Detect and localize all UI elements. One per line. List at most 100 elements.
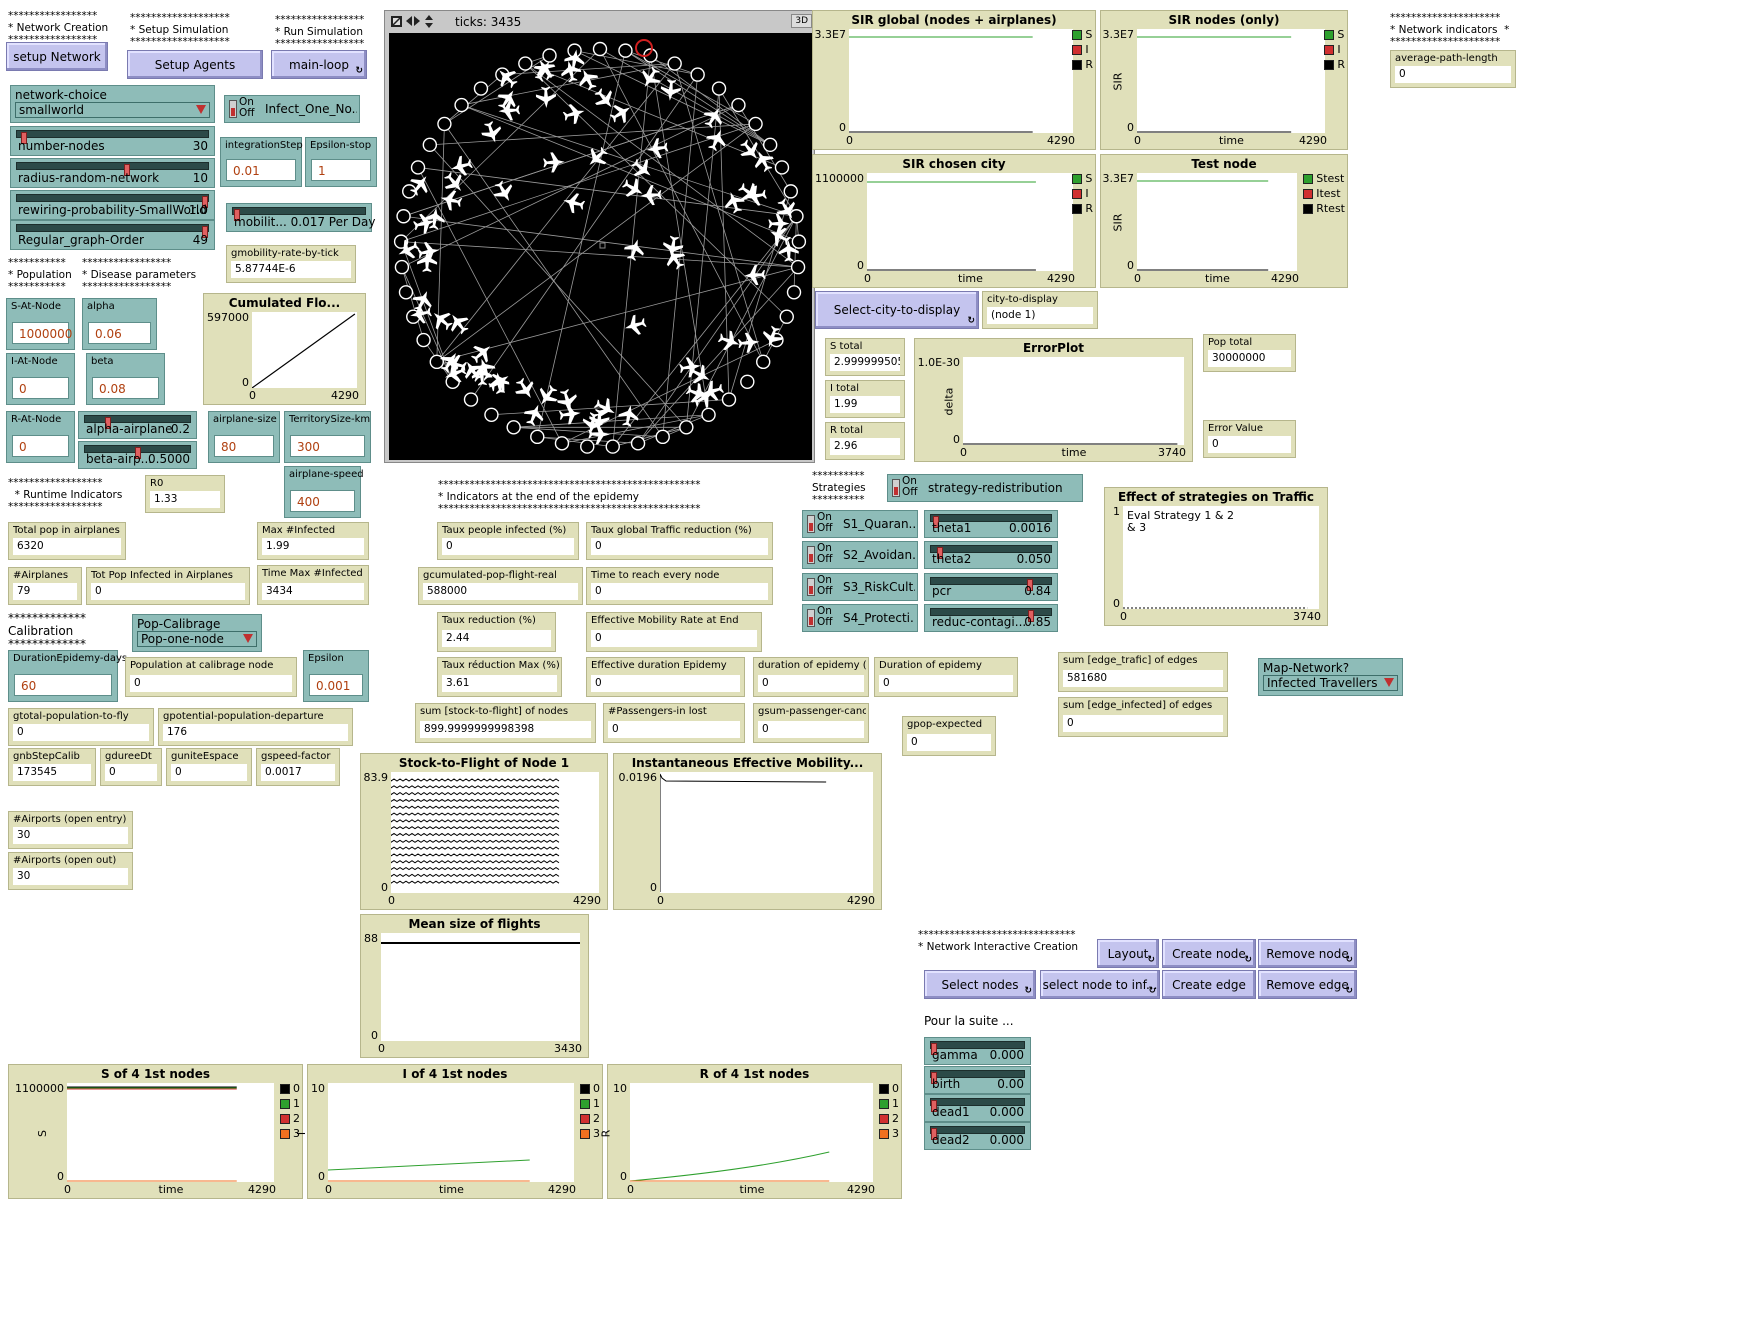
dead1-slider[interactable]: dead1 0.000 <box>924 1094 1031 1122</box>
alpha-input[interactable]: alpha 0.06 <box>82 298 157 350</box>
network-node[interactable] <box>774 160 790 175</box>
network-node[interactable] <box>410 160 426 175</box>
pcr-slider[interactable]: pcr 0.84 <box>924 573 1058 601</box>
input-value[interactable]: 0.08 <box>92 377 159 399</box>
input-value[interactable]: 400 <box>290 490 355 512</box>
network-node[interactable] <box>756 354 771 370</box>
network-node[interactable] <box>791 234 807 249</box>
network-node[interactable] <box>437 116 452 132</box>
network-node[interactable] <box>748 116 763 132</box>
network-node[interactable] <box>667 56 682 71</box>
reduc-contagion-slider[interactable]: reduc-contagi... 0.85 <box>924 604 1058 632</box>
epsilon-stop-input[interactable]: Epsilon-stop 1 <box>305 137 377 187</box>
strategy-redistribution-switch[interactable]: On Off strategy-redistribution <box>887 474 1083 502</box>
input-value[interactable]: 0.01 <box>226 159 296 181</box>
network-node[interactable] <box>454 97 469 113</box>
network-node[interactable] <box>630 436 646 451</box>
gamma-slider[interactable]: gamma 0.000 <box>924 1037 1031 1065</box>
infect-one-node-switch[interactable]: On Off Infect_One_No... <box>224 95 360 123</box>
number-nodes-slider[interactable]: number-nodes 30 <box>10 126 215 156</box>
regular-graph-order-slider[interactable]: Regular_graph-Order 49 <box>10 220 215 250</box>
s-at-node-input[interactable]: S-At-Node 1000000 <box>6 298 75 350</box>
i-at-node-input[interactable]: I-At-Node 0 <box>6 353 75 405</box>
s3-riskculture-switch[interactable]: OnOff S3_RiskCult... <box>802 573 918 601</box>
network-node[interactable] <box>711 81 727 96</box>
duration-epidemy-input[interactable]: DurationEpidemy-days 60 <box>8 650 127 702</box>
input-value[interactable]: 80 <box>214 435 274 457</box>
network-node[interactable] <box>762 137 778 153</box>
network-node[interactable] <box>530 429 545 445</box>
main-loop-button[interactable]: main-loop ↻ <box>271 50 367 79</box>
mobility-slider[interactable]: mobilit... 0.017 Per Day <box>226 203 375 232</box>
chooser-value[interactable]: Pop-one-node <box>137 631 257 647</box>
network-choice-chooser[interactable]: network-choice smallworld <box>10 85 215 123</box>
chooser-value[interactable]: smallworld <box>15 102 210 118</box>
airplane-size-input[interactable]: airplane-size 80 <box>208 411 280 463</box>
network-node[interactable] <box>701 407 716 422</box>
radius-random-network-slider[interactable]: radius-random-network 10 <box>10 158 215 188</box>
network-node[interactable] <box>416 332 431 348</box>
s1-quarantine-switch[interactable]: On Off S1_Quaran... <box>802 510 918 538</box>
s4-protection-switch[interactable]: On Off S4_Protecti... <box>802 604 918 632</box>
select-city-button[interactable]: Select-city-to-display ↻ <box>815 291 979 329</box>
network-node[interactable] <box>789 209 804 224</box>
input-value[interactable]: 300 <box>290 435 365 457</box>
create-node-button[interactable]: Create node ↻ <box>1162 939 1256 968</box>
select-node-infect-button[interactable]: select node to inf... ↻ <box>1040 970 1160 999</box>
network-node[interactable] <box>580 439 595 454</box>
network-node[interactable] <box>655 429 670 445</box>
beta-airplane-slider[interactable]: beta-airp... 0.5000 <box>78 441 197 469</box>
pop-calibrage-chooser[interactable]: Pop-Calibrage Pop-one-node <box>132 614 262 652</box>
network-node[interactable] <box>506 420 521 435</box>
network-node[interactable] <box>786 285 802 300</box>
network-node[interactable] <box>554 436 570 451</box>
integration-step-input[interactable]: integrationStep 0.01 <box>220 137 303 187</box>
input-value[interactable]: 0.06 <box>88 322 151 344</box>
network-node[interactable] <box>605 439 620 454</box>
select-nodes-button[interactable]: Select nodes ↻ <box>924 970 1036 999</box>
theta1-slider[interactable]: theta1 0.0016 <box>924 510 1058 538</box>
input-value[interactable]: 0.001 <box>309 674 363 696</box>
epsilon-input[interactable]: Epsilon 0.001 <box>303 650 369 702</box>
network-node[interactable] <box>679 420 694 435</box>
network-node[interactable] <box>779 309 794 324</box>
network-node[interactable] <box>721 392 737 407</box>
beta-input[interactable]: beta 0.08 <box>86 353 165 405</box>
setup-network-button[interactable]: setup Network <box>6 42 108 71</box>
rewiring-probability-slider[interactable]: rewiring-probability-SmallWorld 1.0 <box>10 190 215 220</box>
network-node[interactable] <box>731 97 746 113</box>
network-node[interactable] <box>790 259 806 275</box>
dead2-slider[interactable]: dead2 0.000 <box>924 1122 1031 1150</box>
network-node[interactable] <box>394 259 410 275</box>
network-node[interactable] <box>592 41 608 57</box>
chooser-value[interactable]: Infected Travellers <box>1263 675 1398 691</box>
3d-button[interactable]: 3D <box>791 14 812 28</box>
view-controls-icon[interactable] <box>391 15 435 29</box>
remove-edge-button[interactable]: Remove edge ↻ <box>1258 970 1357 999</box>
network-node[interactable] <box>473 81 489 96</box>
input-value[interactable]: 60 <box>14 674 112 696</box>
birth-slider[interactable]: birth 0.00 <box>924 1066 1031 1094</box>
input-value[interactable]: 0 <box>12 435 69 457</box>
network-node[interactable] <box>484 407 499 422</box>
territory-size-input[interactable]: TerritorySize-km 300 <box>284 411 371 463</box>
network-node[interactable] <box>518 56 533 71</box>
world-canvas[interactable] <box>389 33 812 460</box>
s2-avoidance-switch[interactable]: OnOff S2_Avoidan... <box>802 541 918 569</box>
setup-agents-button[interactable]: Setup Agents <box>127 50 263 79</box>
network-node[interactable] <box>542 48 557 63</box>
network-node[interactable] <box>398 285 414 300</box>
network-node[interactable] <box>396 209 411 224</box>
network-node[interactable] <box>463 392 479 407</box>
create-edge-button[interactable]: Create edge <box>1162 970 1256 999</box>
network-node[interactable] <box>740 374 755 389</box>
network-node[interactable] <box>783 184 798 199</box>
remove-node-button[interactable]: Remove node ↻ <box>1258 939 1357 968</box>
map-network-chooser[interactable]: Map-Network? Infected Travellers <box>1258 658 1403 696</box>
network-node[interactable] <box>618 43 633 58</box>
r-at-node-input[interactable]: R-At-Node 0 <box>6 411 75 463</box>
theta2-slider[interactable]: theta2 0.050 <box>924 541 1058 569</box>
network-node[interactable] <box>422 137 438 153</box>
network-node[interactable] <box>690 67 705 82</box>
layout-button[interactable]: Layout ↻ <box>1097 939 1159 968</box>
